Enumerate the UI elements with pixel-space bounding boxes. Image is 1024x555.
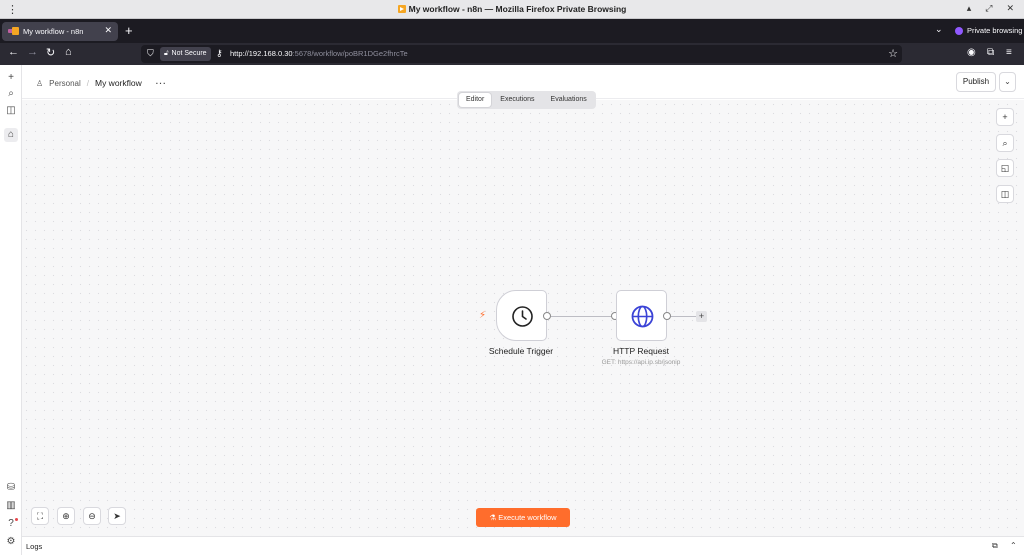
trigger-node-label: Schedule Trigger [488,346,554,356]
connection-line[interactable] [551,316,612,317]
reload-icon[interactable]: ↻ [46,46,55,59]
breadcrumb-project[interactable]: Personal [49,79,81,88]
http-node-label: HTTP Request [612,346,670,356]
sticky-note-button[interactable]: ◱ [996,159,1014,177]
pop-out-logs-icon[interactable]: ⧉ [992,541,998,551]
zoom-to-fit-button[interactable]: ⛶ [31,507,49,525]
toggle-panel-button[interactable]: ◫ [996,185,1014,203]
tab-editor[interactable]: Editor [459,93,492,107]
forward-icon[interactable]: → [27,46,38,58]
templates-icon[interactable]: ⛁ [4,481,18,495]
workflow-name[interactable]: My workflow [95,78,142,88]
minimize-icon[interactable]: ▴ [967,3,972,14]
url-bar[interactable]: ⛉ 🔓︎ Not Secure ⚷ http://192.168.0.30:567… [141,45,902,63]
extension-icon[interactable]: ◉ [967,47,976,58]
logs-panel-bar[interactable]: Logs ⧉ ⌃ [22,536,1024,555]
settings-gear-icon[interactable]: ⚙ [4,535,18,549]
expand-logs-chevron-icon[interactable]: ⌃ [1010,541,1017,550]
saved-password-key-icon[interactable]: ⚷ [216,48,223,59]
flask-icon: ⚗ [489,513,499,522]
app-menu-icon[interactable]: ≡ [1006,47,1012,58]
tab-title: My workflow - n8n [23,27,84,36]
search-nodes-button[interactable]: ⌕ [996,134,1014,152]
browser-tab[interactable]: My workflow - n8n ✕ [2,22,118,41]
publish-options-chevron-icon[interactable]: ⌄ [999,72,1016,92]
zoom-out-button[interactable]: ⊖ [83,507,101,525]
logs-label: Logs [26,542,43,551]
pointer-mode-button[interactable]: ➤ [108,507,126,525]
window-titlebar: ⋮ My workflow - n8n — Mozilla Firefox Pr… [0,0,1024,19]
insights-chart-icon[interactable]: ▥ [4,499,18,513]
add-next-node-button[interactable]: + [696,311,707,322]
home-overview-icon[interactable]: ⌂ [4,128,18,142]
maximize-icon[interactable]: ⤢ [985,3,992,14]
trigger-output-handle[interactable] [543,312,551,320]
bookmark-star-icon[interactable]: ☆ [888,47,898,60]
add-icon[interactable]: + [4,71,18,85]
home-icon[interactable]: ⌂ [65,46,72,58]
navigation-bar: ← → ↻ ⌂ ⛉ 🔓︎ Not Secure ⚷ http://192.168.… [0,43,1024,65]
help-icon[interactable]: ? [4,517,18,531]
globe-icon [631,305,654,328]
zoom-in-button[interactable]: ⊕ [57,507,75,525]
new-tab-icon[interactable]: + [125,23,133,38]
search-icon[interactable]: ⌕ [4,87,18,101]
back-icon[interactable]: ← [8,46,19,58]
tab-strip: My workflow - n8n ✕ + ⌄ Private browsing [0,19,1024,43]
tracking-shield-icon[interactable]: ⛉ [147,48,154,59]
person-icon: ♙ [36,78,44,88]
add-node-button[interactable]: + [996,108,1014,126]
close-window-icon[interactable]: ✕ [1006,3,1014,14]
close-tab-icon[interactable]: ✕ [104,25,112,36]
private-browsing-label: Private browsing [967,26,1023,35]
tab-executions[interactable]: Executions [493,93,541,107]
schedule-trigger-node[interactable] [496,290,547,341]
publish-button[interactable]: Publish [956,72,996,92]
more-options-icon[interactable]: ··· [156,79,167,88]
left-sidebar: + ⌕ ◫ ⌂ ⛁ ▥ ? ⚙ [0,65,22,555]
execute-workflow-button[interactable]: ⚗ Execute workflow [476,508,570,527]
http-node-subtitle: GET: https://api.ip.sb/jsonip [601,359,681,366]
output-stub-line [671,316,696,317]
n8n-favicon-icon [397,5,406,13]
http-request-node[interactable] [616,290,667,341]
tab-evaluations[interactable]: Evaluations [544,93,594,107]
private-browsing-indicator: Private browsing [955,26,1022,35]
private-mask-icon [955,26,963,35]
view-tabs: Editor Executions Evaluations [457,91,596,109]
extensions-puzzle-icon[interactable]: ⧉ [987,47,994,58]
not-secure-badge[interactable]: 🔓︎ Not Secure [160,47,211,61]
window-title: My workflow - n8n — Mozilla Firefox Priv… [0,4,1024,14]
http-output-handle[interactable] [663,312,671,320]
workflow-canvas[interactable]: Editor Executions Evaluations + ⌕ ◱ ◫ ⚡︎… [22,91,1024,536]
notification-dot [15,518,18,521]
trigger-bolt-icon: ⚡︎ [479,310,487,321]
breadcrumb: ♙ Personal / My workflow ··· [36,78,167,88]
breadcrumb-separator: / [86,78,89,88]
clock-icon [512,306,533,327]
url-text[interactable]: http://192.168.0.30:5678/workflow/poBR1D… [230,49,408,58]
tab-favicon-icon [8,27,19,35]
insecure-lock-icon: 🔓︎ [164,50,169,57]
n8n-app: + ⌕ ◫ ⌂ ⛁ ▥ ? ⚙ ♙ Personal / My workflow… [0,65,1024,555]
sidebar-toggle-icon[interactable]: ◫ [4,104,18,118]
list-all-tabs-icon[interactable]: ⌄ [935,24,943,35]
